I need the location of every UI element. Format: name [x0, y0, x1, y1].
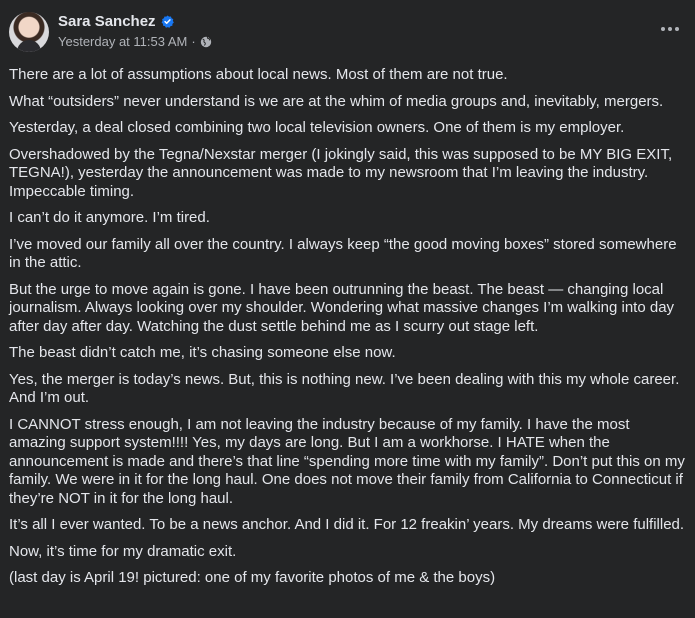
post-header: Sara Sanchez Yesterday at 11:53 AM · — [9, 12, 695, 58]
post-paragraph: Now, it’s time for my dramatic exit. — [9, 542, 237, 560]
more-options-icon — [661, 27, 679, 31]
post-paragraph: Yesterday, a deal closed combining two l… — [9, 119, 625, 136]
post-paragraph: I can’t do it anymore. I’m tired. — [9, 209, 210, 226]
post-paragraph: What “outsiders” never understand is we … — [9, 92, 664, 110]
post-meta: Yesterday at 11:53 AM · — [58, 34, 212, 49]
post-paragraph: There are a lot of assumptions about loc… — [9, 66, 508, 83]
post-paragraph: (last day is April 19! pictured: one of … — [9, 569, 496, 586]
post-body: There are a lot of assumptions about loc… — [0, 58, 695, 588]
author-row: Sara Sanchez — [58, 13, 174, 30]
post-paragraph: It’s all I ever wanted. To be a news anc… — [9, 516, 685, 533]
post-paragraph: Yes, the merger is today’s news. But, th… — [9, 370, 680, 407]
globe-icon[interactable] — [200, 36, 212, 48]
post-paragraph: I’ve moved our family all over the count… — [9, 235, 677, 272]
post-paragraph: Overshadowed by the Tegna/Nexstar merger… — [9, 145, 673, 200]
post-timestamp[interactable]: Yesterday at 11:53 AM — [58, 34, 187, 49]
post-paragraph: But the urge to move again is gone. I ha… — [9, 280, 675, 335]
author-name[interactable]: Sara Sanchez — [58, 13, 156, 30]
avatar[interactable] — [9, 12, 49, 52]
post-paragraph: I CANNOT stress enough, I am not leaving… — [9, 415, 685, 507]
verified-badge-icon — [161, 15, 174, 28]
post-paragraph: The beast didn’t catch me, it’s chasing … — [9, 344, 396, 361]
more-options-button[interactable] — [659, 18, 681, 40]
meta-separator: · — [191, 34, 196, 49]
facebook-post: Sara Sanchez Yesterday at 11:53 AM · The… — [0, 0, 695, 618]
